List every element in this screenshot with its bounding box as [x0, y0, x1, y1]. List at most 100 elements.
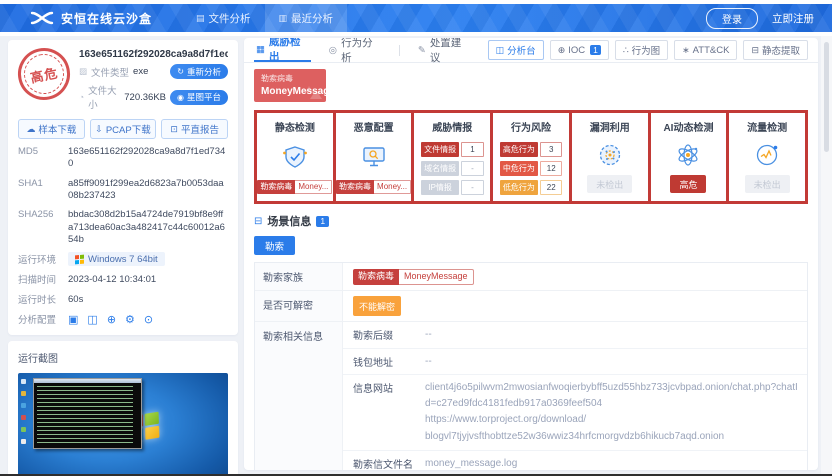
- ioc-count-badge: 1: [590, 45, 601, 55]
- ioc-button[interactable]: ⊕ IOC 1: [550, 40, 609, 60]
- cloud-download-icon: ☁: [26, 124, 35, 135]
- sha256-value: bbdac308d2b15a4724de7919bf8e9ffa713dea60…: [68, 209, 228, 246]
- ransom-suffix-label: 勒索后缀: [343, 322, 423, 348]
- desktop-icons: [21, 379, 26, 444]
- info-website-label: 信息网站: [343, 375, 423, 450]
- reanalyze-button[interactable]: ↻ 重新分析: [170, 64, 228, 79]
- attack-matrix-icon: ∗: [682, 45, 690, 56]
- ip-intel-row: IP情报 -: [421, 180, 484, 195]
- sha256-label: SHA256: [18, 209, 60, 246]
- config-screenshot-icon: ◫: [87, 313, 97, 326]
- behavior-analysis-icon: ◎: [329, 45, 337, 56]
- main-panel: ▦ 威胁检出 ◎ 行为分析 ✎ 处置建议 ◫ 分析台: [244, 38, 818, 470]
- decryptable-row: 是否可解密 不能解密: [255, 291, 807, 322]
- wallet-address-row: 钱包地址 --: [343, 349, 807, 376]
- note-filename-label: 勒索信文件名: [343, 451, 423, 470]
- file-size-label: 文件大小: [88, 83, 120, 111]
- ransom-related-row: 勒索相关信息 勒索后缀 -- 钱包地址 -- 信息网站: [255, 322, 807, 470]
- banner-family-name: MoneyMessage: [261, 86, 319, 97]
- register-link[interactable]: 立即注册: [772, 11, 814, 26]
- sha256-row: SHA256 bbdac308d2b15a4724de7919bf8e9ffa7…: [18, 209, 228, 246]
- file-analysis-icon: ▤: [196, 13, 205, 24]
- file-name: 163e651162f292028ca9a8d7f1ed73...: [79, 49, 228, 60]
- vm-screenshot-thumbnail[interactable]: [18, 373, 228, 476]
- md5-value: 163e651162f292028ca9a8d7f1ed7340: [68, 146, 228, 171]
- md5-row: MD5 163e651162f292028ca9a8d7f1ed7340: [18, 146, 228, 171]
- download-icon: ⇩: [95, 124, 103, 135]
- behavior-graph-icon: ∴: [623, 45, 629, 56]
- file-type-row: ▨ 文件类型 exe ↻ 重新分析: [79, 64, 228, 79]
- run-screenshot-label: 运行截图: [18, 350, 228, 365]
- note-filename-value: money_message.log: [423, 451, 807, 470]
- scrollbar-thumb[interactable]: [824, 42, 829, 152]
- onion-chat-url: client4j6o5pilwvm2mwosianfwoqierbybff5uz…: [425, 380, 799, 411]
- reanalyze-icon: ↻: [177, 67, 184, 76]
- nav-item-file-analysis[interactable]: ▤ 文件分析: [182, 4, 265, 32]
- card-traffic-detection: 流量检测 未检出: [729, 113, 805, 201]
- windows-logo-icon: [75, 255, 84, 265]
- pcap-download-button[interactable]: ⇩ PCAP下载: [90, 119, 157, 139]
- login-button[interactable]: 登录: [706, 8, 758, 29]
- sample-download-button[interactable]: ☁ 样本下载: [18, 119, 85, 139]
- exploit-status-badge: 未检出: [587, 175, 632, 193]
- duration-value: 60s: [68, 294, 83, 305]
- attack-button[interactable]: ∗ ATT&CK: [674, 40, 737, 60]
- note-filename-row: 勒索信文件名 money_message.log: [343, 451, 807, 470]
- nav-right: 登录 立即注册: [706, 8, 814, 29]
- brand-logo-icon: [30, 11, 54, 25]
- decryptable-badge: 不能解密: [353, 296, 401, 316]
- detection-summary-grid: 静态检测 勒索病毒 Money... 恶意配置: [254, 110, 808, 204]
- download-buttons: ☁ 样本下载 ⇩ PCAP下载 ⊡ 平直报告: [18, 119, 228, 139]
- card-exploit: 漏洞利用 未检出: [572, 113, 651, 201]
- recent-analysis-icon: ▥: [279, 13, 288, 24]
- brand: 安恒在线云沙盒: [30, 10, 152, 27]
- config-network-icon: ⊕: [107, 313, 116, 326]
- nav-items: ▤ 文件分析 ▥ 最近分析: [182, 4, 347, 32]
- file-summary-card: 高危 163e651162f292028ca9a8d7f1ed73... ▨ 文…: [8, 40, 238, 335]
- analysis-board-icon: ◫: [496, 45, 505, 56]
- tor-download-url: https://www.torproject.org/download/: [425, 412, 799, 428]
- tab-behavior-analysis[interactable]: ◎ 行为分析: [327, 38, 383, 62]
- env-row: 运行环境 Windows 7 64bit: [18, 252, 228, 266]
- low-risk-behavior-row: 低危行为 22: [500, 180, 563, 195]
- behavior-graph-button[interactable]: ∴ 行为图: [615, 40, 668, 60]
- config-env-icon: ▣: [68, 313, 78, 326]
- analysis-board-button[interactable]: ◫ 分析台: [488, 40, 544, 60]
- env-label: 运行环境: [18, 252, 60, 266]
- wallet-address-value: --: [423, 349, 807, 375]
- nav-item-recent-analysis[interactable]: ▥ 最近分析: [265, 4, 348, 32]
- analysis-config-icons: ▣ ◫ ⊕ ⚙ ⊙: [68, 313, 153, 326]
- risk-stamp-text: 高危: [28, 62, 59, 86]
- report-button[interactable]: ⊡ 平直报告: [161, 119, 228, 139]
- domain-intel-row: 域名情报 -: [421, 161, 484, 176]
- config-settings-icon: ⚙: [125, 313, 135, 326]
- scene-section-icon: ⊟: [254, 216, 262, 227]
- top-navbar: 安恒在线云沙盒 ▤ 文件分析 ▥ 最近分析 登录 立即注册: [0, 4, 832, 32]
- run-screenshot-card: 运行截图: [8, 341, 238, 476]
- report-icon: ⊡: [170, 124, 178, 135]
- mid-risk-behavior-row: 中危行为 12: [500, 161, 563, 176]
- ransom-related-label: 勒索相关信息: [255, 322, 343, 470]
- ransom-tag[interactable]: 勒索: [254, 236, 295, 255]
- nav-item-label: 文件分析: [209, 11, 251, 26]
- shield-check-icon: [282, 144, 308, 170]
- ransomware-banner: 勒索病毒 MoneyMessage: [254, 69, 326, 102]
- tab-threat-detection[interactable]: ▦ 威胁检出: [254, 38, 311, 62]
- env-value-pill: Windows 7 64bit: [68, 252, 165, 266]
- virus-icon: [597, 142, 623, 168]
- file-intel-row: 文件情报 1: [421, 142, 484, 157]
- tab-disposal-advice[interactable]: ✎ 处置建议: [416, 38, 472, 62]
- brand-title: 安恒在线云沙盒: [61, 10, 152, 27]
- ransom-suffix-row: 勒索后缀 --: [343, 322, 807, 349]
- starmap-icon: ◉: [177, 93, 184, 102]
- static-extract-button[interactable]: ⊟ 静态提取: [743, 40, 808, 60]
- file-type-label: 文件类型: [91, 65, 129, 79]
- monitor-search-icon: [361, 144, 387, 170]
- file-size-value: 720.36KB: [124, 92, 166, 103]
- card-threat-intel: 威胁情报 文件情报 1 域名情报 - IP情报 -: [414, 113, 493, 201]
- traffic-status-badge: 未检出: [745, 175, 790, 193]
- file-type-icon: ▨: [79, 66, 87, 77]
- toolbar: ◫ 分析台 ⊕ IOC 1 ∴ 行为图 ∗ ATT&CK: [488, 40, 808, 60]
- starmap-button[interactable]: ◉ 星图平台: [170, 90, 228, 105]
- wallet-address-label: 钱包地址: [343, 349, 423, 375]
